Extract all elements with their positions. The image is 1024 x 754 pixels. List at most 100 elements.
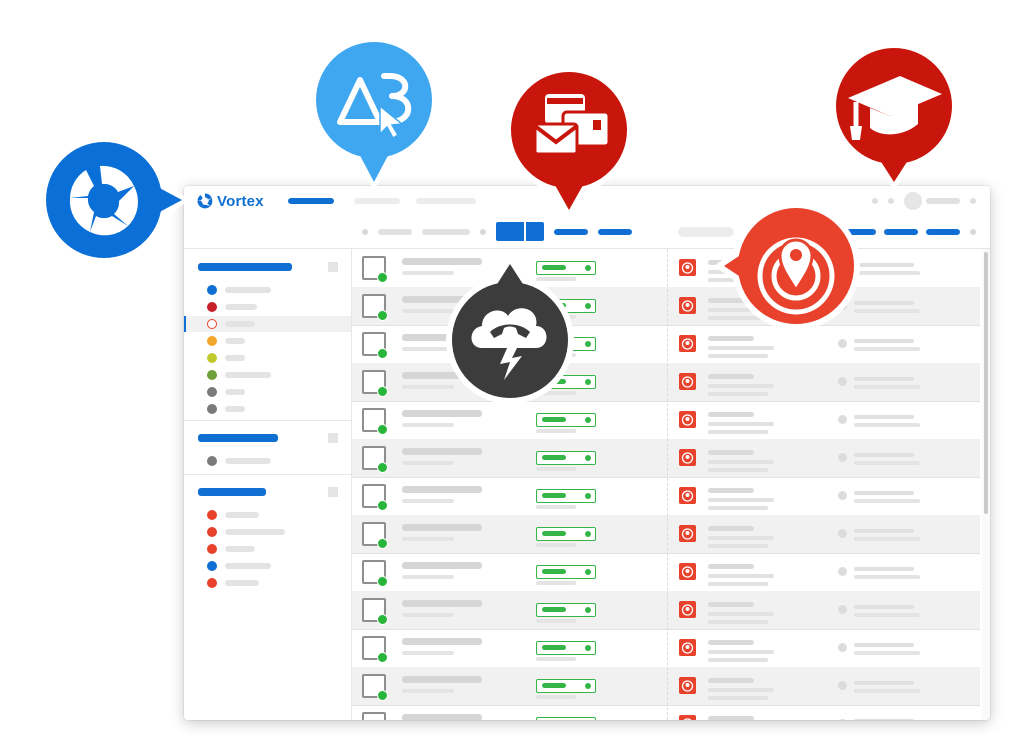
location-icon[interactable]: [679, 449, 696, 466]
location-icon[interactable]: [679, 525, 696, 542]
notification-icon[interactable]: [872, 198, 878, 204]
table-row[interactable]: [352, 401, 980, 440]
sidebar-item[interactable]: [184, 524, 351, 540]
sidebar-item[interactable]: [184, 384, 351, 400]
device-detail: [402, 575, 454, 579]
sidebar-item[interactable]: [184, 299, 351, 315]
location-icon[interactable]: [679, 715, 696, 720]
location-icon[interactable]: [679, 411, 696, 428]
location-name: [708, 678, 754, 683]
toolbar-action[interactable]: [926, 229, 960, 235]
table-row[interactable]: [352, 553, 980, 592]
messaging-bubble: [501, 64, 637, 222]
location-detail: [708, 620, 768, 624]
help-icon[interactable]: [888, 198, 894, 204]
view-toggle[interactable]: [496, 222, 544, 241]
status-badge[interactable]: [536, 489, 596, 503]
training-bubble: [826, 40, 962, 194]
table-row[interactable]: [352, 629, 980, 668]
sidebar-item[interactable]: [184, 367, 351, 383]
sidebar-item[interactable]: [184, 350, 351, 366]
table-row[interactable]: [352, 515, 980, 554]
column-separator: [667, 249, 668, 720]
sidebar-item[interactable]: [184, 333, 351, 349]
status-badge[interactable]: [536, 451, 596, 465]
status-dot-icon: [207, 302, 217, 312]
table-row[interactable]: [352, 705, 980, 720]
table-row[interactable]: [352, 591, 980, 630]
table-row[interactable]: [352, 477, 980, 516]
online-indicator-icon: [377, 614, 388, 625]
user-name: [854, 377, 914, 381]
menu-icon[interactable]: [970, 198, 976, 204]
sidebar-item-label: [225, 512, 259, 518]
sidebar-item[interactable]: [184, 401, 351, 417]
device-detail: [402, 537, 454, 541]
status-badge[interactable]: [536, 717, 596, 720]
location-icon[interactable]: [679, 639, 696, 656]
location-icon[interactable]: [679, 487, 696, 504]
nav-tab-active[interactable]: [288, 198, 334, 204]
sidebar-item[interactable]: [184, 282, 351, 298]
location-icon[interactable]: [679, 677, 696, 694]
app-logo[interactable]: Vortex: [196, 191, 264, 211]
status-badge[interactable]: [536, 603, 596, 617]
sidebar-item[interactable]: [184, 507, 351, 523]
sidebar-item-label: [225, 406, 245, 412]
collapse-icon[interactable]: [328, 433, 338, 443]
sidebar-divider: [184, 474, 351, 475]
sidebar-item[interactable]: [184, 316, 351, 332]
settings-icon[interactable]: [970, 229, 976, 235]
collapse-icon[interactable]: [328, 487, 338, 497]
status-badge[interactable]: [536, 413, 596, 427]
status-badge[interactable]: [536, 641, 596, 655]
sidebar-item-label: [225, 458, 271, 464]
sidebar-item-label: [225, 529, 285, 535]
sidebar-item[interactable]: [184, 575, 351, 591]
location-name: [708, 488, 754, 493]
location-icon[interactable]: [679, 259, 696, 276]
nav-tab[interactable]: [416, 198, 476, 204]
location-icon[interactable]: [679, 601, 696, 618]
nav-tab[interactable]: [354, 198, 400, 204]
location-name: [708, 564, 754, 569]
online-indicator-icon: [377, 576, 388, 587]
table-row[interactable]: [352, 439, 980, 478]
sidebar-item-label: [225, 338, 245, 344]
view-toggle-divider: [524, 222, 526, 241]
status-badge[interactable]: [536, 565, 596, 579]
collapse-icon[interactable]: [328, 262, 338, 272]
toolbar-icon[interactable]: [480, 229, 486, 235]
toolbar-link[interactable]: [598, 229, 632, 235]
toolbar-link[interactable]: [554, 229, 588, 235]
graduation-cap-icon: [830, 42, 958, 190]
location-icon[interactable]: [679, 297, 696, 314]
app-window: Vortex: [184, 186, 990, 720]
sidebar-item-label: [225, 563, 271, 569]
user-icon: [838, 605, 847, 614]
scrollbar-thumb[interactable]: [984, 252, 988, 514]
online-indicator-icon: [377, 348, 388, 359]
status-dot-icon: [585, 645, 591, 651]
location-icon[interactable]: [679, 563, 696, 580]
online-indicator-icon: [377, 690, 388, 701]
sidebar-item[interactable]: [184, 558, 351, 574]
filter-icon[interactable]: [362, 229, 368, 235]
status-badge[interactable]: [536, 527, 596, 541]
device-thumbnail[interactable]: [362, 712, 386, 720]
user-name: [926, 198, 960, 204]
status-badge[interactable]: [536, 679, 596, 693]
sidebar-item-label: [225, 372, 271, 378]
location-icon[interactable]: [679, 335, 696, 352]
toolbar-action[interactable]: [884, 229, 918, 235]
sidebar-item[interactable]: [184, 453, 351, 469]
location-detail: [708, 544, 768, 548]
filter-chip[interactable]: [378, 229, 412, 235]
filter-chip[interactable]: [422, 229, 470, 235]
sidebar-item[interactable]: [184, 541, 351, 557]
location-name: [708, 336, 754, 341]
avatar[interactable]: [904, 192, 922, 210]
status-dot-icon: [585, 683, 591, 689]
table-row[interactable]: [352, 667, 980, 706]
location-icon[interactable]: [679, 373, 696, 390]
